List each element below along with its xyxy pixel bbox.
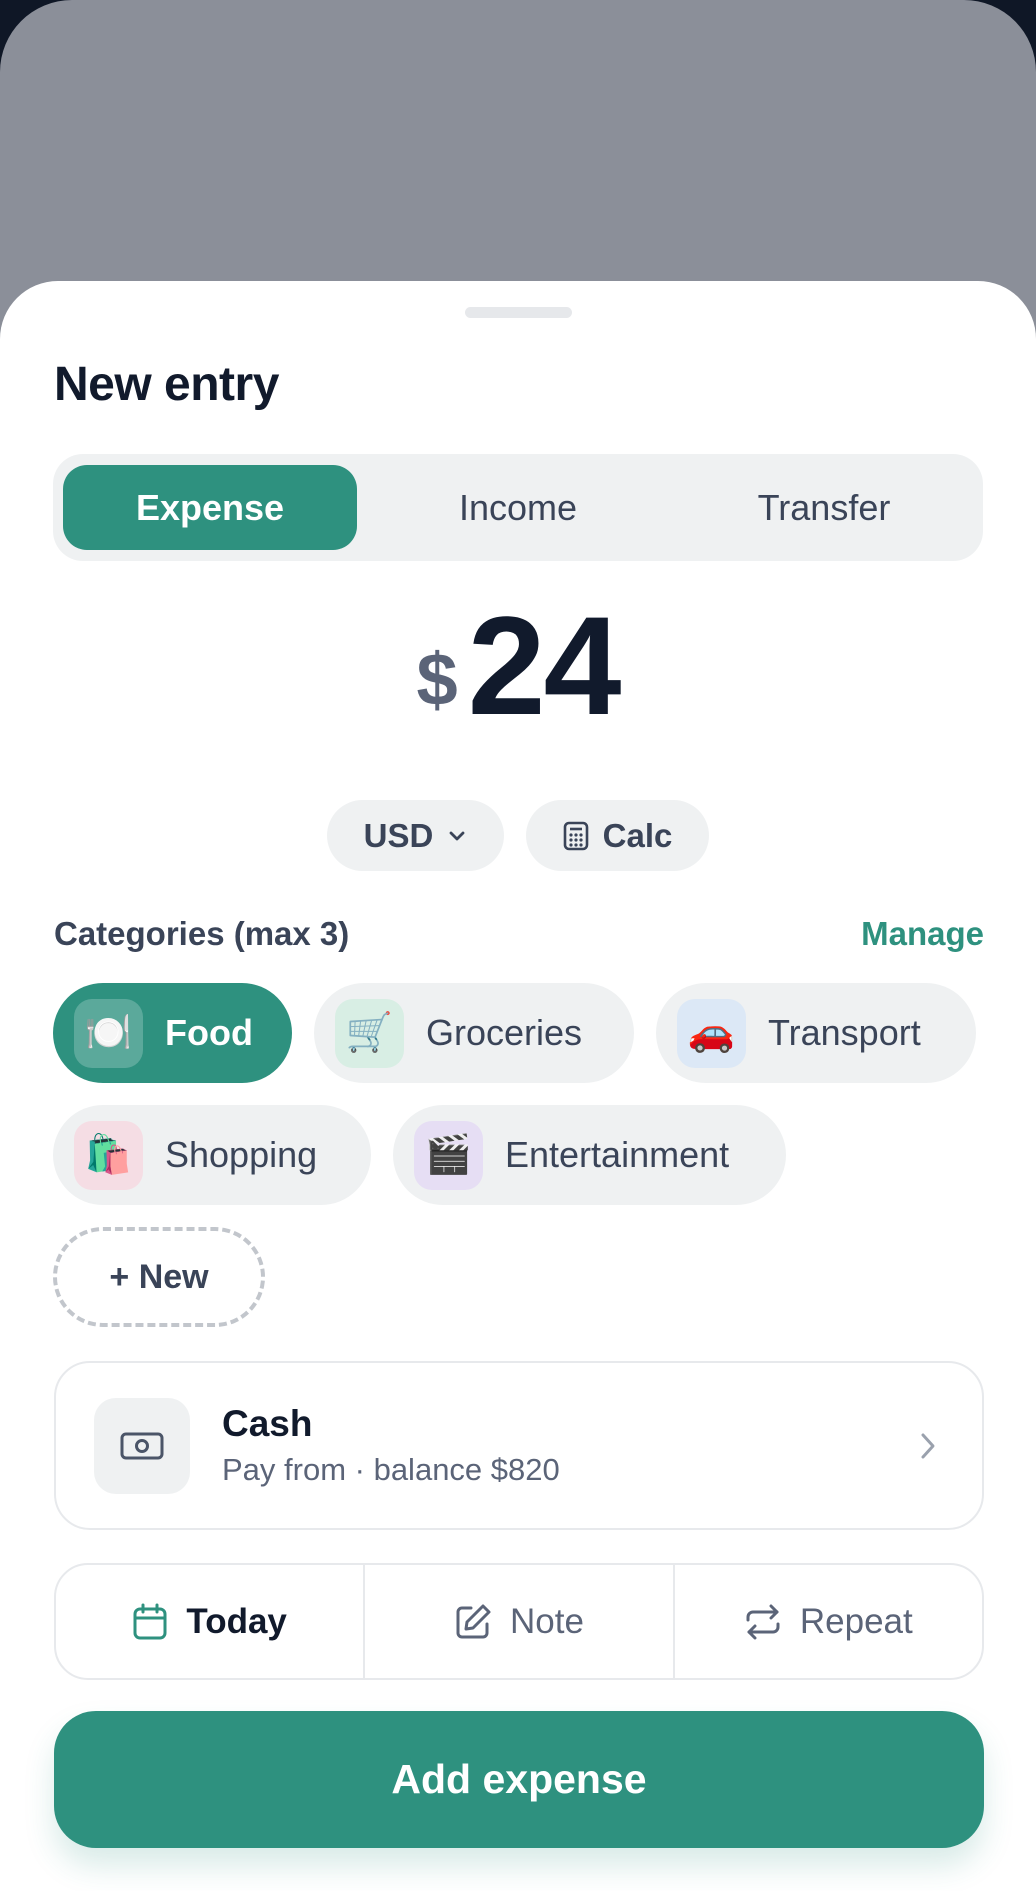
category-chip-groceries[interactable]: 🛒 Groceries	[314, 983, 634, 1083]
amount-display[interactable]: $ 24	[0, 596, 1036, 736]
category-label: Groceries	[426, 1012, 583, 1053]
tab-expense[interactable]: Expense	[63, 465, 357, 550]
car-icon: 🚗	[677, 998, 746, 1068]
category-chip-transport[interactable]: 🚗 Transport	[656, 983, 976, 1083]
category-label: Transport	[768, 1012, 921, 1053]
category-chip-entertainment[interactable]: 🎬 Entertainment	[393, 1105, 786, 1205]
category-label: Entertainment	[505, 1134, 730, 1175]
date-today-button[interactable]: Today	[56, 1565, 366, 1678]
clapper-board-icon: 🎬	[414, 1120, 483, 1190]
categories-title: Categories (max 3)	[54, 915, 350, 952]
payment-account-row[interactable]: Cash Pay from · balance $820	[54, 1361, 984, 1530]
date-label: Today	[186, 1601, 287, 1641]
calc-button[interactable]: Calc	[526, 800, 709, 871]
sheet-title: New entry	[54, 358, 279, 411]
banknote-icon	[120, 1432, 164, 1460]
add-expense-button[interactable]: Add expense	[54, 1711, 984, 1848]
entry-options-bar: Today Note Repeat	[54, 1563, 984, 1680]
currency-selector[interactable]: USD	[327, 800, 504, 871]
currency-label: USD	[363, 816, 434, 854]
repeat-label: Repeat	[799, 1601, 913, 1641]
shopping-bags-icon: 🛍️	[74, 1120, 143, 1190]
category-label: Shopping	[165, 1134, 318, 1175]
food-icon: 🍽️	[74, 998, 143, 1068]
calculator-icon	[563, 821, 588, 850]
currency-symbol: $	[416, 638, 458, 721]
chevron-down-icon	[449, 831, 465, 840]
category-chip-food[interactable]: 🍽️ Food	[53, 983, 292, 1083]
new-entry-sheet: New entry Expense Income Transfer $ 24 U…	[0, 281, 1036, 1891]
note-label: Note	[510, 1601, 584, 1641]
category-label: Food	[165, 1012, 253, 1053]
manage-categories-link[interactable]: Manage	[861, 915, 984, 953]
edit-icon	[456, 1604, 491, 1638]
tab-transfer[interactable]: Transfer	[677, 465, 971, 550]
device-frame: New entry Expense Income Transfer $ 24 U…	[0, 0, 1036, 1891]
entry-type-segmented-control: Expense Income Transfer	[53, 454, 983, 561]
calendar-icon	[133, 1603, 167, 1639]
repeat-icon	[746, 1604, 780, 1639]
calc-label: Calc	[602, 816, 673, 854]
chevron-right-icon	[921, 1433, 935, 1459]
account-subtitle: Pay from · balance $820	[222, 1452, 560, 1487]
new-category-button[interactable]: + New	[53, 1227, 265, 1327]
repeat-button[interactable]: Repeat	[675, 1565, 982, 1678]
categories-header: Categories (max 3) Manage	[54, 915, 984, 953]
account-icon-box	[94, 1398, 190, 1494]
tab-income[interactable]: Income	[371, 465, 665, 550]
category-chip-shopping[interactable]: 🛍️ Shopping	[53, 1105, 371, 1205]
account-name: Cash	[222, 1403, 313, 1444]
shopping-cart-icon: 🛒	[335, 998, 404, 1068]
note-button[interactable]: Note	[365, 1565, 675, 1678]
sheet-drag-handle[interactable]	[465, 307, 572, 318]
amount-value: 24	[467, 587, 622, 744]
